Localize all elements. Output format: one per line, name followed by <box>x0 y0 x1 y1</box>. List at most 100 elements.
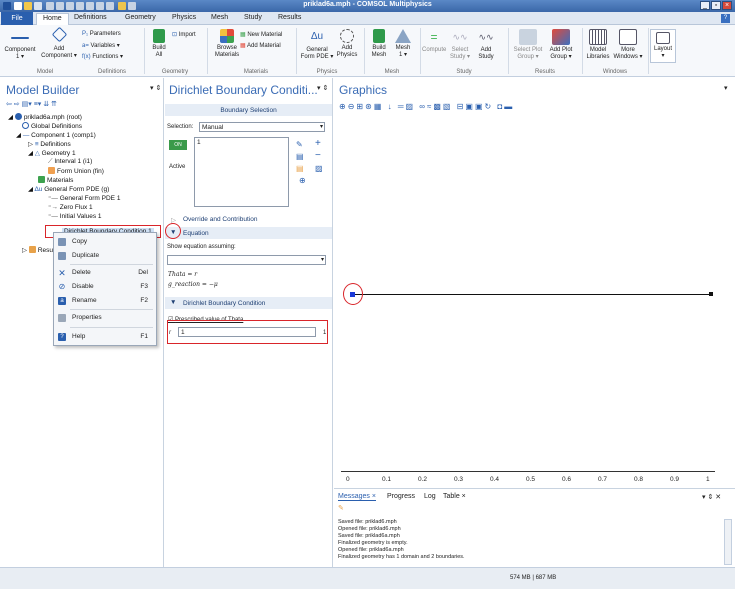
add-icon[interactable]: + <box>315 138 321 149</box>
equation-dropdown[interactable]: ▾ <box>167 255 326 265</box>
paste-selection-icon[interactable]: ▤ <box>296 164 304 173</box>
section-equation[interactable]: Equation ▼ <box>165 227 332 239</box>
functions-button[interactable]: f(x) Functions ▾ <box>82 53 123 60</box>
tab-physics[interactable]: Physics <box>172 14 196 21</box>
section-override[interactable]: Override and Contribution ▷ <box>165 213 332 225</box>
section-dirichlet[interactable]: Dirichlet Boundary Condition ▼ <box>165 297 332 309</box>
tab-table[interactable]: Table × <box>443 493 466 500</box>
build-mesh-button[interactable]: Build Mesh <box>368 29 390 59</box>
x-tick-label: 0.6 <box>562 476 572 483</box>
boundary-point-right[interactable] <box>709 292 713 296</box>
menu-separator <box>70 327 153 328</box>
mesh-button[interactable]: Mesh 1 ▾ <box>392 29 414 59</box>
compute-button[interactable]: = Compute <box>422 29 446 54</box>
messages-scrollbar[interactable] <box>724 519 732 565</box>
status-bar: 574 MB | 687 MB <box>0 567 735 589</box>
tree-node-form-union[interactable]: Form Union (fin) <box>48 167 104 175</box>
help-icon: ? <box>58 333 66 341</box>
selection-label: Selection: <box>167 124 194 130</box>
tree-node-materials[interactable]: Materials <box>38 176 73 184</box>
zoom-selection-icon[interactable]: ⊕ <box>299 176 306 185</box>
tree-node-general-form-pde-1[interactable]: ⁼— General Form PDE 1 <box>48 194 120 202</box>
clear-selection-icon[interactable]: ▨ <box>315 164 323 173</box>
tab-geometry[interactable]: Geometry <box>125 14 156 21</box>
tab-progress[interactable]: Progress <box>387 493 415 500</box>
add-component-button[interactable]: Add Component ▾ <box>40 26 78 60</box>
tree-node-global-definitions[interactable]: Global Definitions <box>22 122 82 130</box>
add-material-button[interactable]: ▦ Add Material <box>240 42 281 49</box>
more-windows-button[interactable]: More Windows ▾ <box>612 29 644 61</box>
menu-item-properties[interactable]: Properties <box>54 311 156 325</box>
tree-node-definitions[interactable]: ▷ ≡ Definitions <box>28 140 71 148</box>
parameters-button[interactable]: P₁ Parameters <box>82 31 121 37</box>
panel-menu-icon[interactable]: ▾ ⇕ <box>317 84 328 92</box>
tree-node-general-form-pde[interactable]: ◢ Δu General Form PDE (g) <box>28 185 109 193</box>
model-builder-title: Model Builder <box>6 83 80 97</box>
copy-selection-icon[interactable]: ▤ <box>296 152 304 161</box>
tree-node-component[interactable]: ◢ — Component 1 (comp1) <box>16 131 96 139</box>
tab-study[interactable]: Study <box>244 14 262 21</box>
remove-icon[interactable]: − <box>315 150 321 161</box>
clear-messages-icon[interactable]: ✎ <box>338 504 344 512</box>
menu-item-duplicate[interactable]: Duplicate <box>54 249 156 263</box>
active-toggle-icon[interactable]: ON <box>169 140 187 150</box>
tab-results[interactable]: Results <box>278 14 301 21</box>
tab-file[interactable]: File <box>1 12 33 25</box>
minimize-button[interactable]: _ <box>700 1 710 10</box>
model-libraries-button[interactable]: Model Libraries <box>584 29 612 61</box>
tree-toolbar[interactable]: ⇦ ⇨ ▤▾ ≡▾ ⇊ ⇈ <box>6 100 57 108</box>
menu-item-delete[interactable]: ✕ Delete Del <box>54 266 156 280</box>
select-plot-group-button[interactable]: Select Plot Group ▾ <box>512 29 544 61</box>
menu-item-rename[interactable]: a Rename F2 <box>54 294 156 308</box>
browse-materials-button[interactable]: Browse Materials <box>210 29 244 59</box>
general-form-pde-button[interactable]: Δu General Form PDE ▾ <box>300 29 334 61</box>
select-study-button[interactable]: ∿∿ Select Study ▾ <box>448 29 472 61</box>
tree-node-initial-values[interactable]: ⁼— Initial Values 1 <box>48 212 102 220</box>
variables-button[interactable]: a= Variables ▾ <box>82 42 120 49</box>
maximize-button[interactable]: ▫ <box>711 1 721 10</box>
add-physics-button[interactable]: Add Physics <box>334 29 360 59</box>
menu-separator <box>70 309 153 310</box>
graphics-canvas[interactable] <box>339 118 729 484</box>
graphics-toolbar[interactable]: ⊕⊖⊞⊛▦ ↓ ═▨ ∞≈▩▧ ⊟▣▣↻ ◘▬ <box>339 102 514 111</box>
tab-definitions[interactable]: Definitions <box>74 14 107 21</box>
tree-node-zero-flux[interactable]: ⁼→ Zero Flux 1 <box>48 203 93 211</box>
menu-item-copy[interactable]: Copy <box>54 235 156 249</box>
layout-button[interactable]: Layout ▾ <box>650 29 676 63</box>
tree-node-interval[interactable]: ⟋ Interval 1 (i1) <box>48 158 92 166</box>
ribbon-separator <box>296 28 297 74</box>
close-button[interactable]: × <box>722 1 732 10</box>
duplicate-icon <box>58 252 66 260</box>
add-study-button[interactable]: ∿∿ Add Study <box>474 29 498 61</box>
selection-dropdown[interactable]: Manual ▾ <box>199 122 325 132</box>
import-button[interactable]: ⊡ Import <box>172 31 196 38</box>
tab-mesh[interactable]: Mesh <box>211 14 228 21</box>
selection-list[interactable]: 1 <box>194 137 289 207</box>
tab-messages[interactable]: Messages × <box>338 493 376 501</box>
ribbon: Component 1 ▾ Add Component ▾ P₁ Paramet… <box>0 25 735 77</box>
component-button[interactable]: Component 1 ▾ <box>4 29 36 61</box>
add-plot-group-button[interactable]: Add Plot Group ▾ <box>546 29 576 61</box>
help-icon[interactable]: ? <box>721 14 730 23</box>
add-physics-icon <box>340 29 354 43</box>
select-icon[interactable]: ✎ <box>296 140 303 149</box>
panel-controls-icon[interactable]: ▾ ⇕ ✕ <box>702 493 721 501</box>
menu-item-help[interactable]: ? Help F1 <box>54 330 156 344</box>
build-all-icon <box>153 29 165 43</box>
section-boundary-selection[interactable]: Boundary Selection <box>165 104 332 116</box>
panel-menu-icon[interactable]: ▾ <box>724 84 728 92</box>
browse-materials-icon <box>220 29 234 43</box>
new-material-button[interactable]: ▦ New Material <box>240 31 282 38</box>
build-all-button[interactable]: Build All <box>148 29 170 59</box>
geometry-interval[interactable] <box>352 294 712 295</box>
tree-node-geometry[interactable]: ◢ △ Geometry 1 <box>28 149 76 157</box>
tab-log[interactable]: Log <box>424 493 436 500</box>
tree-node-root[interactable]: ◢ priklad6a.mph (root) <box>8 113 82 121</box>
rename-icon: a <box>58 297 66 305</box>
panel-menu-icon[interactable]: ▾ ⇕ <box>150 84 161 92</box>
message-line: Finalized geometry is empty. <box>338 540 408 546</box>
menu-item-disable[interactable]: ⊘ Disable F3 <box>54 280 156 294</box>
message-line: Opened file: priklad6.mph <box>338 526 401 532</box>
settings-panel: Dirichlet Boundary Conditi... ▾ ⇕ Bounda… <box>165 78 333 567</box>
tab-home[interactable]: Home <box>36 13 69 25</box>
